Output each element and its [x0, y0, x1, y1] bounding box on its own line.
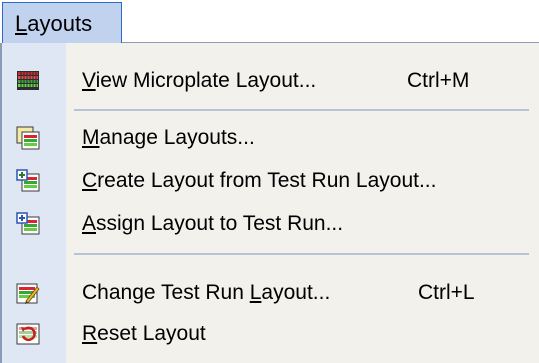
- menu-item-create-layout-from-test-run[interactable]: Create Layout from Test Run Layout...: [2, 160, 539, 201]
- menu-item-reset-layout[interactable]: Reset Layout: [2, 313, 539, 354]
- create-layout-icon: [16, 169, 40, 193]
- menu-item-label: Reset Layout: [82, 322, 206, 345]
- assign-layout-icon: [16, 212, 40, 236]
- menu-separator: [74, 253, 529, 255]
- manage-layouts-icon: [16, 126, 40, 150]
- menu-layouts-label: ayouts: [27, 11, 93, 36]
- menu-item-label: Change Test Run Layout...: [82, 281, 331, 304]
- menu-item-label: Create Layout from Test Run Layout...: [82, 169, 437, 192]
- change-layout-icon: [16, 281, 40, 305]
- menu-item-assign-layout-to-test-run[interactable]: Assign Layout to Test Run...: [2, 203, 539, 244]
- menu-item-change-test-run-layout[interactable]: Change Test Run Layout... Ctrl+L: [2, 272, 539, 313]
- menu-item-view-microplate-layout[interactable]: View Microplate Layout... Ctrl+M: [2, 60, 539, 101]
- menu-layouts[interactable]: Layouts: [2, 2, 122, 43]
- shortcut-label: Ctrl+M: [407, 69, 470, 92]
- reset-layout-icon: [16, 322, 40, 346]
- menu-item-label: View Microplate Layout...: [82, 69, 317, 92]
- menu-item-manage-layouts[interactable]: Manage Layouts...: [2, 117, 539, 158]
- layouts-dropdown: View Microplate Layout... Ctrl+M Manage …: [0, 43, 539, 363]
- menu-separator: [74, 109, 529, 111]
- shortcut-label: Ctrl+L: [418, 281, 475, 304]
- microplate-grid-icon: [16, 69, 40, 93]
- menu-item-label: Assign Layout to Test Run...: [82, 212, 344, 235]
- menu-item-label: Manage Layouts...: [82, 126, 255, 149]
- menu-layouts-accel: L: [15, 11, 28, 36]
